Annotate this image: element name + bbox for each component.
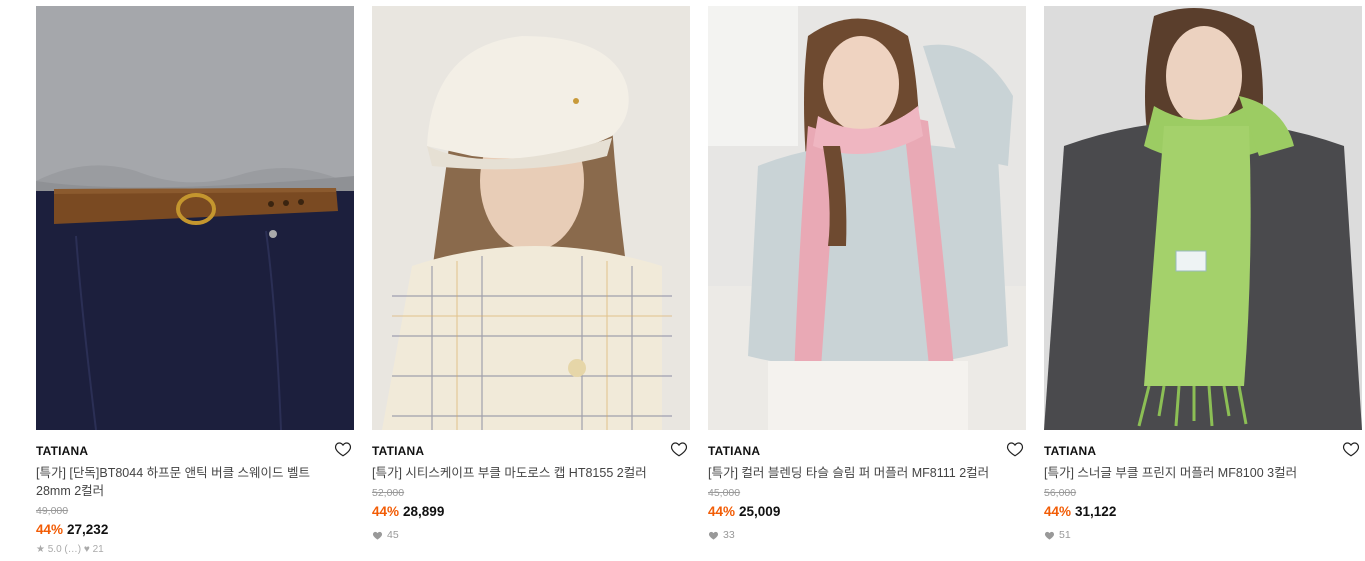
sale-price: 28,899	[403, 504, 445, 519]
like-count: 51	[1044, 529, 1362, 541]
product-grid: TATIANA [특가] [단독]BT8044 하프문 앤틱 버클 스웨이드 벨…	[0, 0, 1365, 561]
original-price: 52,000	[372, 487, 405, 499]
discount-rate: 44%	[1044, 504, 1072, 519]
product-title[interactable]: [특가] 컬러 블렌딩 타슬 슬림 퍼 머플러 MF8111 2컬러	[708, 464, 998, 482]
review-summary: ★ 5.0 (…) ♥ 21	[36, 544, 104, 555]
product-card[interactable]: TATIANA [특가] 스너글 부클 프린지 머플러 MF8100 3컬러 5…	[1044, 6, 1362, 541]
product-image[interactable]	[708, 6, 1026, 430]
wishlist-heart-icon[interactable]	[1342, 440, 1360, 458]
product-card[interactable]: TATIANA [특가] [단독]BT8044 하프문 앤틱 버클 스웨이드 벨…	[36, 6, 354, 555]
original-price: 56,000	[1044, 487, 1077, 499]
brand-name[interactable]: TATIANA	[708, 443, 1026, 459]
product-image[interactable]	[36, 6, 354, 430]
like-count-value: 45	[387, 529, 399, 541]
discount-rate: 44%	[372, 504, 400, 519]
product-image[interactable]	[1044, 6, 1362, 430]
original-price: 45,000	[708, 487, 741, 499]
like-count-value: 51	[1059, 529, 1071, 541]
sale-price-row: 44% 31,122	[1044, 504, 1362, 520]
product-card[interactable]: TATIANA [특가] 컬러 블렌딩 타슬 슬림 퍼 머플러 MF8111 2…	[708, 6, 1026, 541]
wishlist-heart-icon[interactable]	[334, 440, 352, 458]
like-heart-icon	[708, 531, 719, 540]
wishlist-heart-icon[interactable]	[670, 440, 688, 458]
original-price: 49,000	[36, 505, 69, 517]
like-count: 45	[372, 529, 690, 541]
product-title[interactable]: [특가] 시티스케이프 부클 마도로스 캡 HT8155 2컬러	[372, 464, 662, 482]
product-title[interactable]: [특가] 스너글 부클 프린지 머플러 MF8100 3컬러	[1044, 464, 1334, 482]
brand-name[interactable]: TATIANA	[36, 443, 354, 459]
sale-price-row: 44% 28,899	[372, 504, 690, 520]
sale-price: 31,122	[1075, 504, 1117, 519]
sale-price: 25,009	[739, 504, 781, 519]
brand-name[interactable]: TATIANA	[372, 443, 690, 459]
like-count-value: 33	[723, 529, 735, 541]
like-heart-icon	[1044, 531, 1055, 540]
sale-price-row: 44% 27,232	[36, 522, 354, 538]
like-count: 33	[708, 529, 1026, 541]
brand-name[interactable]: TATIANA	[1044, 443, 1362, 459]
sale-price-row: 44% 25,009	[708, 504, 1026, 520]
product-title[interactable]: [특가] [단독]BT8044 하프문 앤틱 버클 스웨이드 벨트 28mm 2…	[36, 464, 326, 500]
product-image[interactable]	[372, 6, 690, 430]
like-heart-icon	[372, 531, 383, 540]
sale-price: 27,232	[67, 522, 109, 537]
discount-rate: 44%	[36, 522, 64, 537]
product-card[interactable]: TATIANA [특가] 시티스케이프 부클 마도로스 캡 HT8155 2컬러…	[372, 6, 690, 541]
wishlist-heart-icon[interactable]	[1006, 440, 1024, 458]
discount-rate: 44%	[708, 504, 736, 519]
